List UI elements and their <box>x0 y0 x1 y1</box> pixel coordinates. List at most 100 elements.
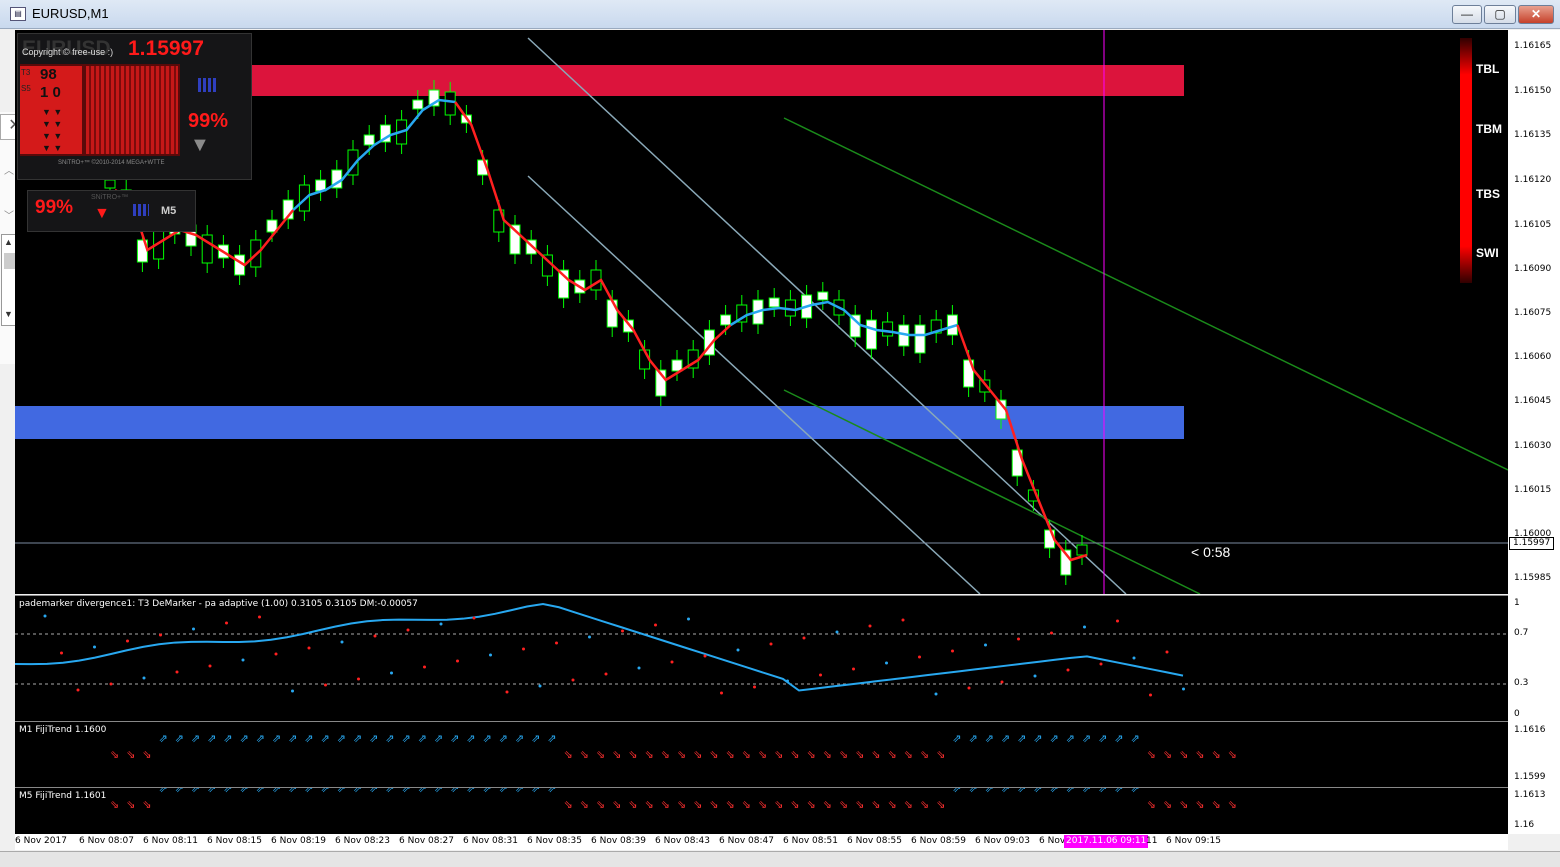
trend-arrow-icon: ⇗ <box>337 733 346 745</box>
chevron-up-icon[interactable]: ︿ <box>4 162 14 177</box>
demarker-dot <box>307 646 311 650</box>
demarker-dot <box>637 666 641 670</box>
scroll-down-icon[interactable]: ▼ <box>4 309 13 319</box>
demarker-dot <box>505 690 509 694</box>
down-arrows-icon: ▼ ▼ ▼ ▼ ▼ ▼ ▼ ▼ <box>42 107 63 153</box>
trend-arrow-icon: ⇗ <box>1082 733 1091 745</box>
fiji-trend-m1-pane[interactable]: ⇘ ⇘ ⇘ ⇗ ⇗ ⇗ ⇗ ⇗ ⇗ ⇗ ⇗ ⇗ ⇗ ⇗ ⇗ ⇗ ⇗ ⇗ ⇗ ⇗ ⇗ ⇗ ⇗ ⇗ ⇗ ⇗ ⇗ ⇗ ⇘ ⇘ ⇘ ⇘ ⇘ ⇘ ⇘ ⇘ ⇘ ⇘ ⇘ ⇘… <box>15 721 1508 787</box>
trend-arrow-icon: ⇘ <box>709 799 718 811</box>
trend-arrow-icon: ⇗ <box>515 788 524 795</box>
trend-arrow-icon: ⇗ <box>1001 788 1010 795</box>
demarker-dot <box>192 627 195 631</box>
trend-arrow-icon: ⇗ <box>159 733 168 745</box>
demarker-dot <box>390 671 393 675</box>
trend-arrow-icon: ⇘ <box>1228 749 1237 761</box>
candle-body <box>622 319 634 333</box>
trend-arrow-icon: ⇘ <box>855 799 864 811</box>
time-axis[interactable]: 6 Nov 2017 6 Nov 08:07 6 Nov 08:11 6 Nov… <box>15 834 1508 850</box>
trend-arrow-icon: ⇘ <box>1212 799 1221 811</box>
trend-arrow-icon: ⇗ <box>369 788 378 795</box>
fiji-trend-m5-pane[interactable]: ⇘ ⇘ ⇘ ⇗ ⇗ ⇗ ⇗ ⇗ ⇗ ⇗ ⇗ ⇗ ⇗ ⇗ ⇗ ⇗ ⇗ ⇗ ⇗ ⇗ ⇗ ⇗ ⇗ ⇗ ⇗ ⇗ ⇗ ⇗ ⇘ ⇘ ⇘ ⇘ ⇘ ⇘ ⇘ ⇘ ⇘ ⇘ ⇘ ⇘… <box>15 783 1508 835</box>
candle-body <box>865 319 877 350</box>
demarker-indicator-pane[interactable]: pademarker divergence1: T3 DeMarker - pa… <box>14 595 1508 721</box>
scroll-up-icon[interactable]: ▲ <box>4 237 13 247</box>
time-label: 11 <box>1146 836 1158 846</box>
widget2-timeframe: M5 <box>161 205 177 217</box>
trend-arrow-icon: ⇗ <box>175 733 184 745</box>
trend-arrow-icon: ⇗ <box>256 788 265 795</box>
trend-arrow-icon: ⇗ <box>288 788 297 795</box>
trend-arrow-icon: ⇗ <box>385 733 394 745</box>
demarker-dot <box>472 616 476 620</box>
fiji-m5-level: 1.16 <box>1514 820 1535 830</box>
trend-arrow-icon: ⇗ <box>450 788 459 795</box>
trend-arrow-icon: ⇗ <box>483 733 492 745</box>
bar-countdown: < 0:58 <box>1191 544 1231 560</box>
minimize-button[interactable]: — <box>1452 5 1482 24</box>
chart-window-icon: ▤ <box>10 7 26 21</box>
support-zone <box>15 406 1184 439</box>
fiji-m5-level: 1.1613 <box>1514 790 1546 800</box>
trend-arrow-icon: ⇗ <box>1098 788 1107 795</box>
tb-label-tbm: TBM <box>1476 122 1502 136</box>
demarker-dot <box>1182 687 1185 691</box>
demarker-dot <box>1083 625 1086 629</box>
fiji-m1-level: 1.1599 <box>1514 772 1546 782</box>
demarker-dot <box>753 685 756 689</box>
demarker-dot <box>1165 650 1169 654</box>
price-tick: 1.16090 <box>1514 264 1552 274</box>
time-label: 6 Nov <box>1039 836 1066 846</box>
time-label: 6 Nov 08:07 <box>79 836 134 846</box>
down-triangle-icon: ▼ <box>190 134 210 156</box>
chevron-down-icon[interactable]: ﹀ <box>4 207 14 222</box>
trend-arrow-icon: ⇘ <box>807 749 816 761</box>
trend-arrow-icon: ⇗ <box>223 733 232 745</box>
fiji-m5-label: M5 FijiTrend 1.1601 <box>19 791 107 801</box>
price-tick: 1.16030 <box>1514 441 1552 451</box>
candle-body <box>882 321 894 337</box>
time-label: 6 Nov 08:15 <box>207 836 262 846</box>
window-title: EURUSD,M1 <box>32 6 109 21</box>
candle-body <box>412 99 424 110</box>
trend-arrow-icon: ⇘ <box>839 799 848 811</box>
close-button[interactable]: ✕ <box>1518 5 1554 24</box>
trend-arrow-icon: ⇗ <box>499 733 508 745</box>
demarker-dot <box>835 630 839 634</box>
trend-arrow-icon: ⇘ <box>677 799 686 811</box>
trend-arrow-icon: ⇗ <box>531 788 540 795</box>
trend-arrow-icon: ⇘ <box>790 799 799 811</box>
trend-arrow-icon: ⇘ <box>564 749 573 761</box>
price-tick: 1.16120 <box>1514 175 1552 185</box>
trend-arrow-icon: ⇘ <box>726 799 735 811</box>
demarker-dot <box>439 622 443 626</box>
trend-arrow-icon: ⇘ <box>1179 749 1188 761</box>
trend-arrow-icon: ⇗ <box>191 788 200 795</box>
demarker-dot <box>736 648 740 652</box>
demarker-dot <box>786 679 789 683</box>
demarker-dot <box>885 661 888 665</box>
trend-arrow-icon: ⇘ <box>888 799 897 811</box>
trend-arrow-icon: ⇗ <box>499 788 508 795</box>
widget2-percent: 99% <box>35 197 74 218</box>
trend-arrow-icon: ⇗ <box>1131 733 1140 745</box>
trend-arrow-icon: ⇘ <box>936 799 945 811</box>
candle-body <box>979 379 991 393</box>
demarker-dot <box>324 683 327 687</box>
price-axis[interactable]: 1.16165 1.16150 1.16135 1.16120 1.16105 … <box>1508 30 1560 834</box>
restore-button[interactable]: ▢ <box>1484 5 1516 24</box>
trend-arrow-icon: ⇘ <box>742 749 751 761</box>
widget2-brand: SNiTRO+™ <box>91 194 129 201</box>
trend-arrow-icon: ⇘ <box>774 749 783 761</box>
trend-arrow-icon: ⇘ <box>142 799 151 811</box>
trend-arrow-icon: ⇗ <box>175 788 184 795</box>
candle-body <box>720 314 732 326</box>
demarker-dot <box>208 664 212 668</box>
trend-arrow-icon: ⇘ <box>839 749 848 761</box>
demarker-dot <box>1017 637 1020 641</box>
trend-arrow-icon: ⇘ <box>1195 749 1204 761</box>
price-tick: 1.16105 <box>1514 220 1552 230</box>
trend-arrow-icon: ⇘ <box>904 749 913 761</box>
trend-arrow-icon: ⇘ <box>142 749 151 761</box>
widget2-grid-icon <box>133 204 149 216</box>
widget-footer: SNiTRO+™ ©2010-2014 MEGA+WTTE <box>58 160 165 166</box>
